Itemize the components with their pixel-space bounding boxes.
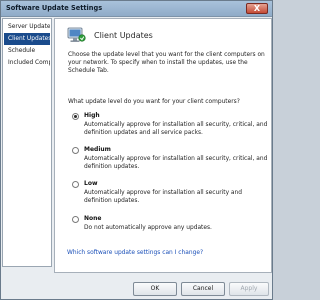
intro-text: Choose the update level that you want fo… — [68, 52, 265, 74]
sidebar: Server Updates Client Updates Schedule I… — [2, 18, 52, 267]
close-button[interactable]: X — [246, 3, 268, 14]
sidebar-item-client-updates[interactable]: Client Updates — [4, 33, 50, 45]
option-description-medium: Automatically approve for installation a… — [84, 156, 268, 170]
computer-update-icon — [67, 27, 86, 42]
panel-title: Client Updates — [94, 31, 153, 40]
option-description-high: Automatically approve for installation a… — [84, 122, 268, 136]
option-description-low: Automatically approve for installation a… — [84, 190, 243, 204]
ok-button[interactable]: OK — [133, 282, 177, 296]
client-updates-panel: Client Updates Choose the update level t… — [54, 18, 272, 273]
radio-none[interactable] — [72, 216, 79, 223]
help-link[interactable]: Which software update settings can I cha… — [67, 250, 203, 256]
window-title: Software Update Settings — [6, 4, 103, 12]
title-bar[interactable]: Software Update Settings X — [1, 1, 272, 17]
option-label-low[interactable]: Low — [84, 180, 98, 187]
sidebar-item-schedule[interactable]: Schedule — [4, 45, 50, 57]
option-label-medium[interactable]: Medium — [84, 146, 111, 153]
cancel-button[interactable]: Cancel — [181, 282, 225, 296]
radio-medium[interactable] — [72, 147, 79, 154]
software-update-settings-window: Software Update Settings X Server Update… — [0, 0, 273, 300]
option-label-none[interactable]: None — [84, 215, 101, 222]
update-level-question: What update level do you want for your c… — [68, 99, 240, 105]
option-label-high[interactable]: High — [84, 112, 100, 119]
radio-high[interactable] — [72, 113, 79, 120]
option-description-none: Do not automatically approve any updates… — [84, 225, 212, 231]
close-icon: X — [253, 4, 261, 13]
radio-low[interactable] — [72, 181, 79, 188]
sidebar-item-included-computers[interactable]: Included Compu... — [4, 57, 50, 69]
apply-button[interactable]: Apply — [229, 282, 269, 296]
sidebar-item-server-updates[interactable]: Server Updates — [4, 21, 50, 33]
